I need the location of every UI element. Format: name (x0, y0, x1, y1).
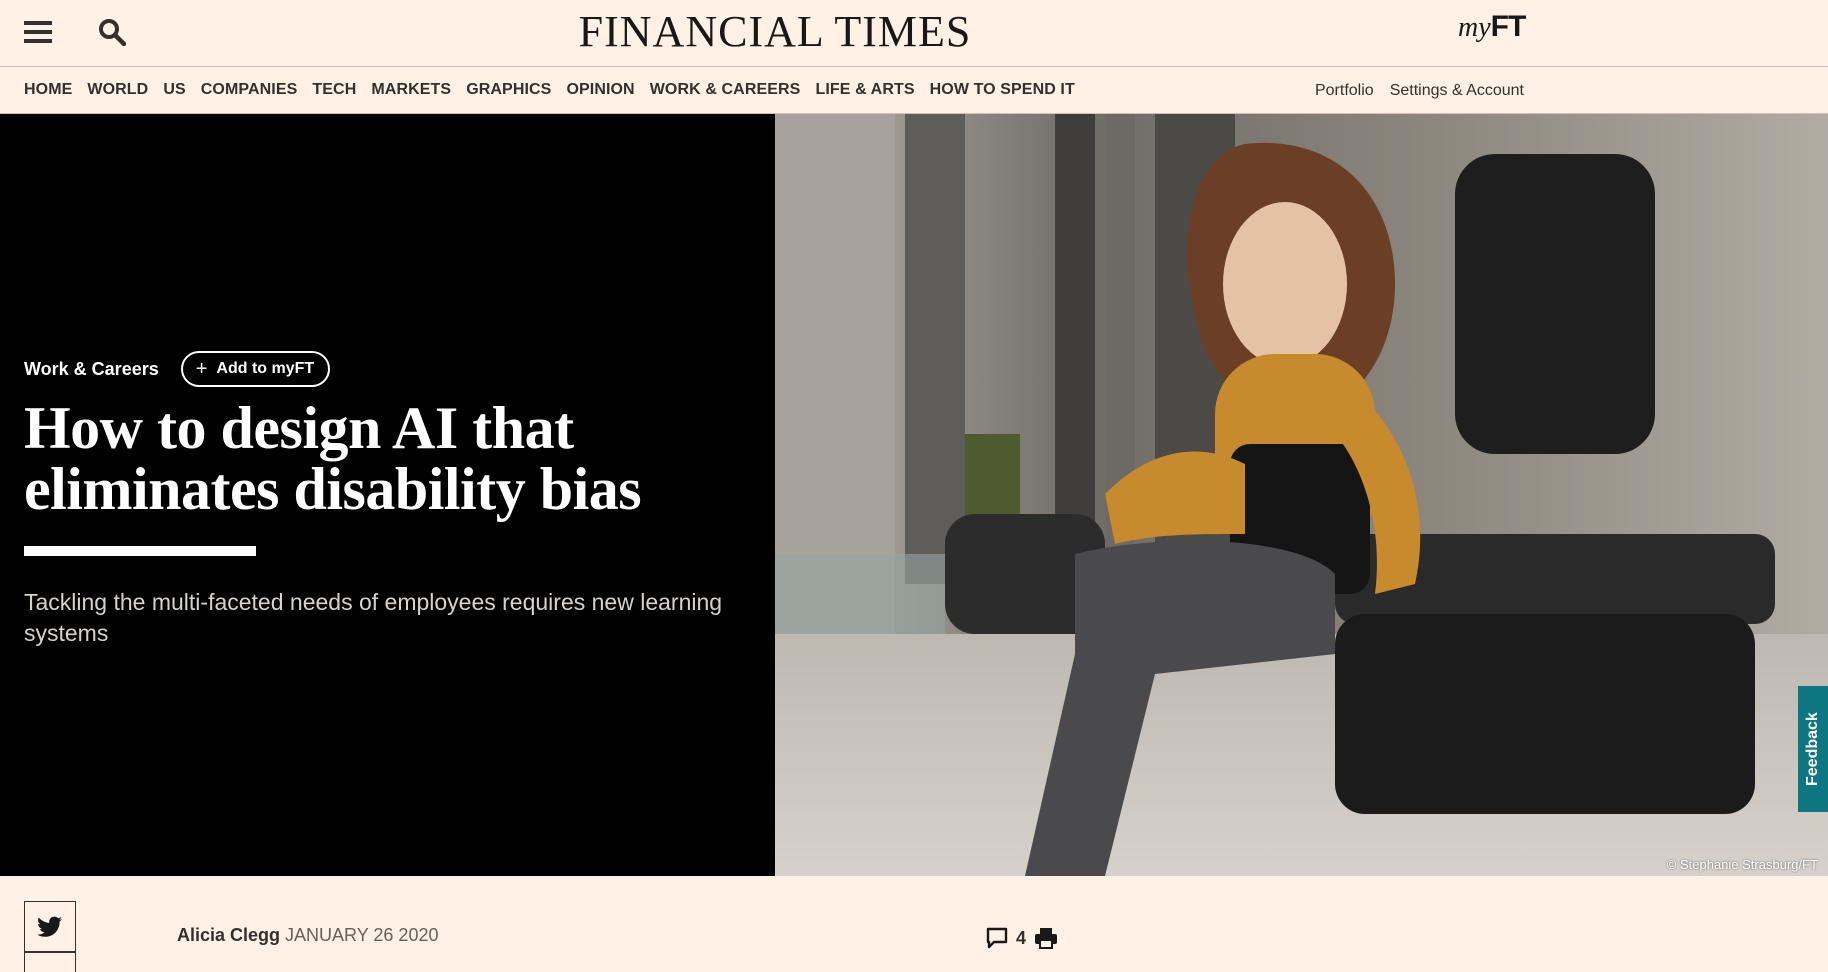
portfolio-link[interactable]: Portfolio (1315, 82, 1374, 100)
myft-my-text: my (1458, 12, 1491, 43)
add-to-myft-button[interactable]: + Add to myFT (180, 351, 331, 387)
nav-item-markets[interactable]: MARKETS (371, 81, 451, 99)
masthead-logo[interactable]: FINANCIAL TIMES (0, 6, 1550, 57)
add-to-myft-label: Add to myFT (216, 360, 315, 377)
author-link[interactable]: Alicia Clegg (177, 925, 280, 945)
nav-item-tech[interactable]: TECH (312, 81, 356, 99)
article-headline: How to design AI that eliminates disabil… (24, 395, 642, 522)
top-bar: FINANCIAL TIMES myFT (0, 0, 1828, 67)
nav-account: Portfolio Settings & Account (1299, 82, 1524, 100)
comments-link[interactable]: 4 (986, 927, 1026, 949)
comment-count: 4 (1016, 927, 1027, 948)
image-credit: © Stephanie Strasburg/FT (1666, 857, 1818, 872)
nav-item-world[interactable]: WORLD (87, 81, 148, 99)
nav-item-companies[interactable]: COMPANIES (201, 81, 298, 99)
article-section-row: Work & Careers + Add to myFT (24, 351, 331, 387)
twitter-share-button[interactable] (24, 901, 76, 953)
comment-icon (986, 927, 1008, 949)
nav-sections: HOME WORLD US COMPANIES TECH MARKETS GRA… (24, 81, 1090, 99)
nav-item-life-arts[interactable]: LIFE & ARTS (815, 81, 914, 99)
section-link[interactable]: Work & Careers (24, 359, 159, 380)
share-button-next[interactable] (24, 951, 76, 972)
myft-ft-text: FT (1490, 10, 1527, 43)
main-nav: HOME WORLD US COMPANIES TECH MARKETS GRA… (0, 67, 1828, 114)
byline: Alicia Clegg JANUARY 26 2020 (177, 925, 438, 946)
print-icon[interactable] (1034, 927, 1058, 954)
settings-account-link[interactable]: Settings & Account (1390, 82, 1524, 100)
feedback-tab[interactable]: Feedback (1798, 686, 1828, 812)
article-standfirst: Tackling the multi-faceted needs of empl… (24, 589, 723, 646)
nav-item-how-to-spend-it[interactable]: HOW TO SPEND IT (930, 81, 1075, 99)
myft-link[interactable]: myFT (1458, 10, 1527, 44)
twitter-icon (37, 916, 63, 937)
headline-rule (24, 546, 256, 556)
nav-item-work-careers[interactable]: WORK & CAREERS (650, 81, 801, 99)
plus-icon: + (195, 358, 208, 380)
nav-item-home[interactable]: HOME (24, 81, 72, 99)
article-hero-image: © Stephanie Strasburg/FT (775, 114, 1828, 876)
nav-item-us[interactable]: US (163, 81, 185, 99)
nav-item-graphics[interactable]: GRAPHICS (466, 81, 551, 99)
hero-photo-illustration (775, 114, 1828, 876)
publish-date: JANUARY 26 2020 (285, 925, 439, 945)
nav-item-opinion[interactable]: OPINION (566, 81, 634, 99)
